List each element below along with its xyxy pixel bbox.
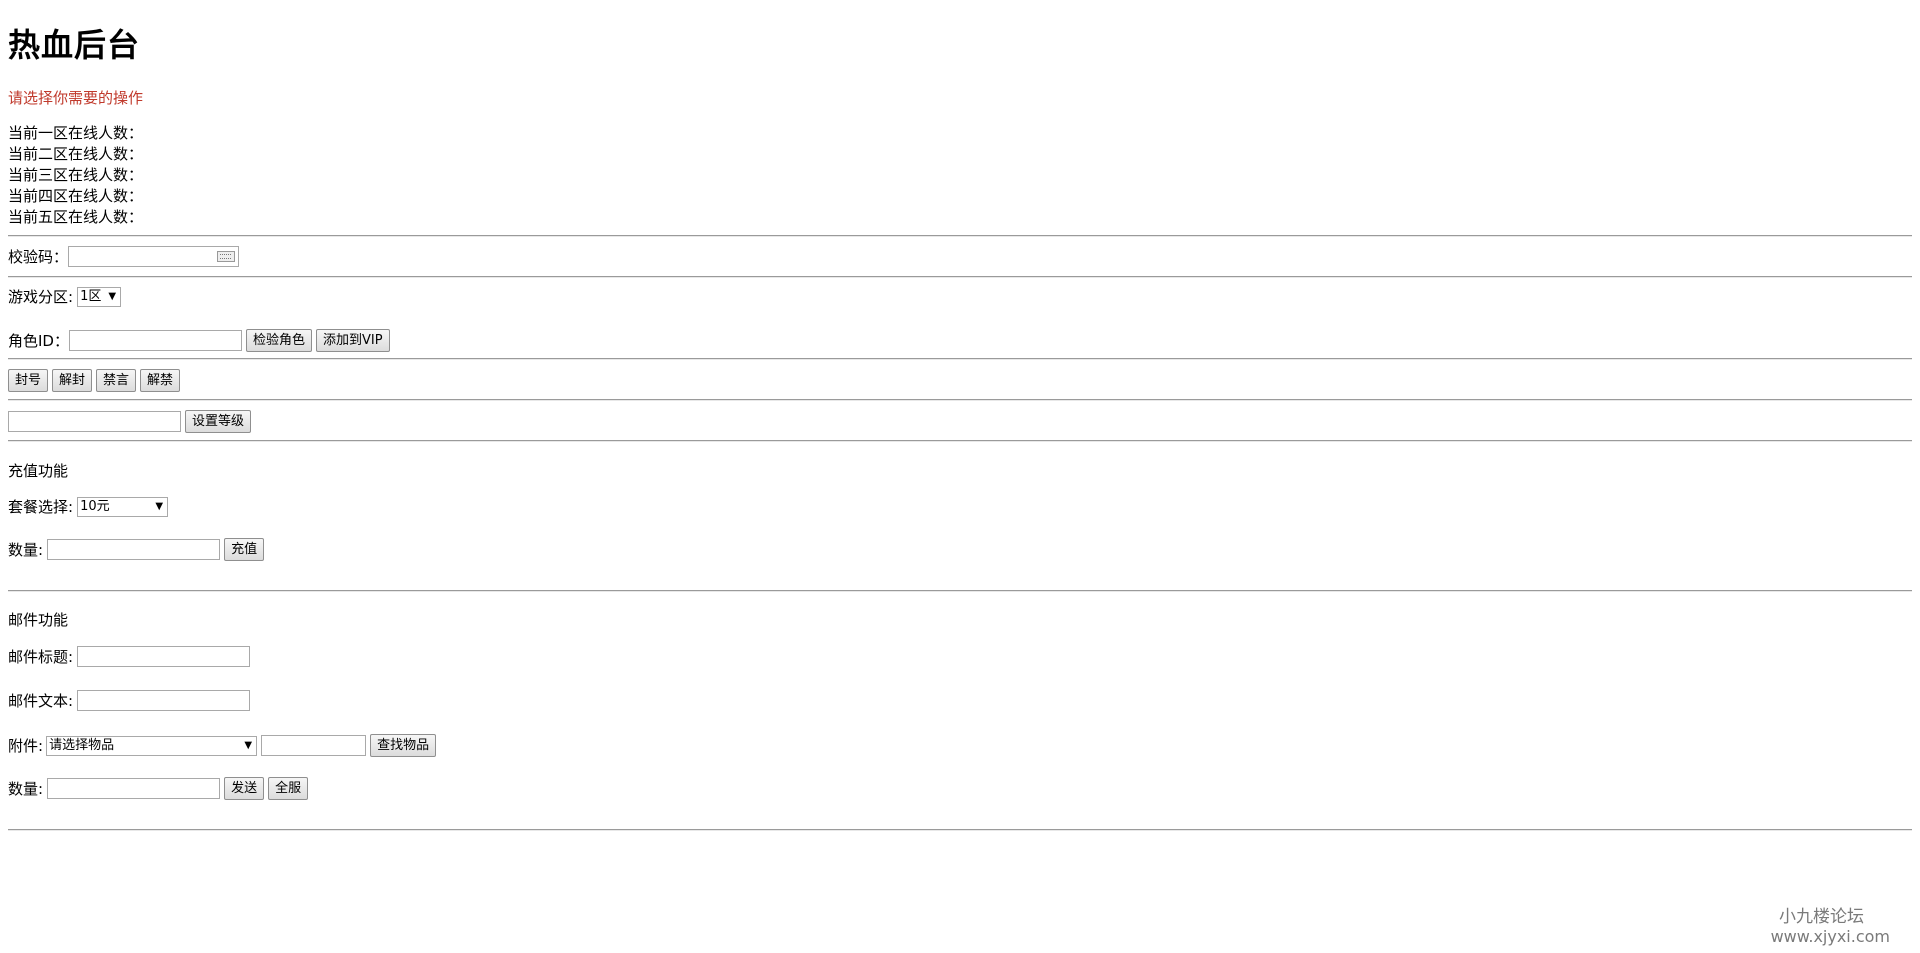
- send-button[interactable]: 发送: [224, 777, 265, 800]
- mail-subject-label: 邮件标题:: [8, 648, 74, 666]
- role-label: 角色ID：: [8, 332, 69, 350]
- divider: [8, 235, 1912, 237]
- find-item-button[interactable]: 查找物品: [370, 734, 437, 757]
- recharge-qty-input[interactable]: [47, 539, 221, 560]
- chevron-down-icon: ▼: [155, 500, 164, 512]
- chevron-down-icon: ▼: [108, 290, 117, 302]
- all-server-button[interactable]: 全服: [268, 777, 309, 800]
- verify-row: 校验码：: [8, 246, 240, 267]
- add-vip-button[interactable]: 添加到VIP: [316, 329, 390, 352]
- chevron-down-icon: ▼: [244, 739, 253, 751]
- recharge-button[interactable]: 充值: [224, 538, 265, 561]
- online-list: 当前一区在线人数： 当前二区在线人数： 当前三区在线人数： 当前四区在线人数： …: [8, 123, 143, 228]
- attachment-label: 附件:: [8, 737, 44, 755]
- divider: [8, 590, 1912, 592]
- attachment-row: 附件: 请选择物品 ▼ 查找物品: [8, 734, 437, 757]
- attachment-select[interactable]: 请选择物品 ▼: [46, 735, 258, 756]
- zone-selected: 1区: [80, 288, 102, 304]
- divider: [8, 276, 1912, 278]
- keyboard-icon[interactable]: [217, 251, 236, 262]
- instruction-hint: 请选择你需要的操作: [8, 89, 144, 107]
- recharge-qty-row: 数量: 充值: [8, 538, 265, 561]
- zone-select[interactable]: 1区 ▼: [77, 286, 122, 307]
- verify-code-input[interactable]: [68, 246, 240, 267]
- mute-button[interactable]: 禁言: [96, 369, 137, 392]
- page-title: 热血后台: [8, 26, 141, 64]
- mail-qty-input[interactable]: [47, 778, 221, 799]
- online-zone-1: 当前一区在线人数：: [8, 124, 144, 142]
- divider: [8, 440, 1912, 442]
- check-role-button[interactable]: 检验角色: [245, 329, 312, 352]
- attachment-selected: 请选择物品: [49, 737, 115, 753]
- mail-subject-input[interactable]: [77, 646, 251, 667]
- online-zone-4: 当前四区在线人数：: [8, 187, 144, 205]
- mail-subject-row: 邮件标题:: [8, 646, 251, 667]
- divider: [8, 358, 1912, 360]
- mail-section-title: 邮件功能: [8, 611, 69, 629]
- recharge-qty-label: 数量:: [8, 541, 44, 559]
- mail-body-label: 邮件文本:: [8, 692, 74, 710]
- verify-field-wrap: [68, 246, 240, 267]
- action-row: 封号 解封 禁言 解禁: [4, 369, 181, 392]
- unban-button[interactable]: 解封: [52, 369, 93, 392]
- divider: [8, 829, 1912, 831]
- package-label: 套餐选择:: [8, 498, 74, 516]
- watermark-title: 小九楼论坛: [1779, 907, 1864, 927]
- mail-body-row: 邮件文本:: [8, 690, 251, 711]
- package-row: 套餐选择: 10元 ▼: [8, 496, 169, 517]
- zone-row: 游戏分区: 1区 ▼: [8, 286, 122, 307]
- item-search-input[interactable]: [261, 735, 367, 756]
- package-select[interactable]: 10元 ▼: [77, 496, 169, 517]
- mail-qty-row: 数量: 发送 全服: [8, 777, 309, 800]
- unmute-button[interactable]: 解禁: [140, 369, 181, 392]
- online-zone-2: 当前二区在线人数：: [8, 145, 144, 163]
- divider: [8, 399, 1912, 401]
- package-selected: 10元: [80, 498, 110, 514]
- zone-label: 游戏分区:: [8, 288, 74, 306]
- level-row: 设置等级: [8, 410, 252, 433]
- verify-label: 校验码：: [8, 248, 69, 266]
- ban-button[interactable]: 封号: [8, 369, 49, 392]
- set-level-button[interactable]: 设置等级: [185, 410, 252, 433]
- mail-qty-label: 数量:: [8, 780, 44, 798]
- online-zone-3: 当前三区在线人数：: [8, 166, 144, 184]
- role-id-input[interactable]: [68, 330, 242, 351]
- role-row: 角色ID： 检验角色 添加到VIP: [8, 329, 390, 352]
- recharge-section-title: 充值功能: [8, 462, 69, 480]
- watermark: 小九楼论坛 www.xjyxi.com: [1771, 907, 1890, 947]
- level-input[interactable]: [8, 411, 181, 432]
- mail-body-input[interactable]: [77, 690, 251, 711]
- online-zone-5: 当前五区在线人数：: [8, 208, 144, 226]
- watermark-url: www.xjyxi.com: [1770, 927, 1890, 946]
